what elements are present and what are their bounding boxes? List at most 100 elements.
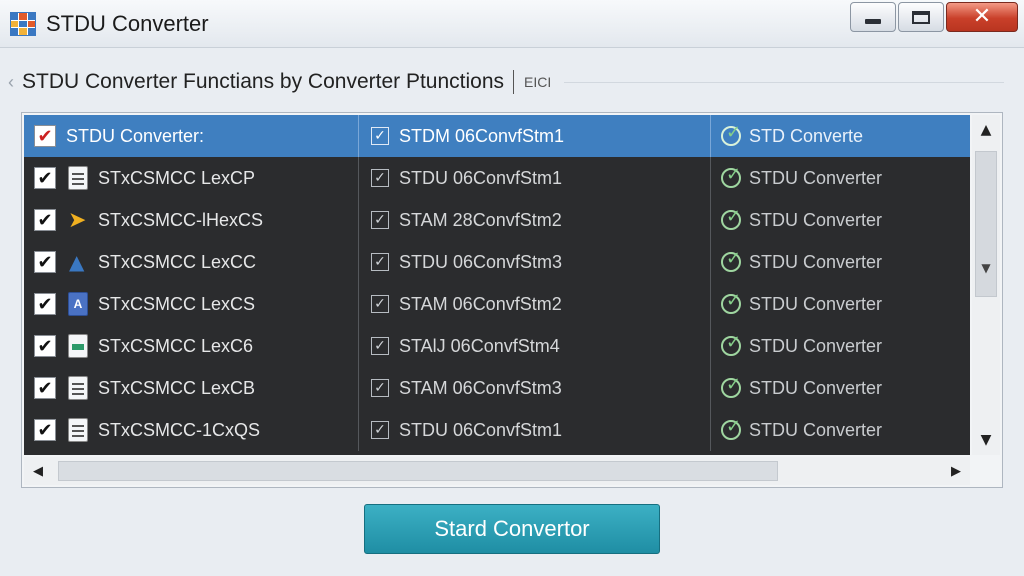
status-label: STD Converte (749, 125, 864, 146)
row-checkbox[interactable]: ✔ (34, 167, 56, 189)
format-cell: ✓ STDU 06ConvfStm1 (358, 157, 710, 199)
arrow-file-icon (68, 208, 88, 233)
app-icon (10, 12, 36, 36)
scroll-left-icon[interactable]: ◀ (24, 457, 52, 485)
maximize-button[interactable] (898, 2, 944, 32)
file-list: ✔ STDU Converter: ✓ STDM 06ConvfStm1 STD Con… (24, 115, 970, 455)
list-row[interactable]: ✔ STxCSMCC LexCP ✓ STDU 06ConvfStm1 STDU Con… (24, 157, 970, 199)
row-checkbox[interactable]: ✔ (34, 293, 56, 315)
page-subtitle: STDU Converter Functians by Converter Pt… (22, 70, 505, 93)
scroll-down-small-icon[interactable]: ▼ (972, 253, 1000, 283)
status-cell: STDU Converter (710, 367, 970, 409)
list-row[interactable]: ✔ STxCSMCC LexCB ✓ STAM 06ConvfStm3 STDU Con… (24, 367, 970, 409)
status-label: STDU Converter (749, 209, 883, 230)
file-name: STxCSMCC-1CxQS (98, 419, 261, 440)
status-cell: STDU Converter (710, 199, 970, 241)
format-checkbox[interactable]: ✓ (371, 421, 389, 439)
file-name: STDU Converter: (66, 125, 205, 146)
format-cell: ✓ STAM 06ConvfStm2 (358, 283, 710, 325)
row-checkbox[interactable]: ✔ (34, 335, 56, 357)
a-file-icon: A (68, 292, 88, 316)
row-checkbox[interactable]: ✔ (34, 251, 56, 273)
scroll-down-icon[interactable]: ▼ (972, 425, 1000, 455)
status-label: STDU Converter (749, 419, 883, 440)
file-name: STxCSMCC LexCP (98, 167, 256, 188)
horizontal-scrollbar[interactable]: ◀ ▶ (24, 457, 970, 485)
check-circle-icon (721, 416, 741, 440)
name-cell: ✔ STxCSMCC-1CxQS (24, 409, 358, 451)
row-checkbox[interactable]: ✔ (34, 377, 56, 399)
format-checkbox[interactable]: ✓ (371, 379, 389, 397)
file-name: STxCSMCC LexCC (98, 251, 257, 272)
divider-line (564, 82, 1004, 83)
pdf-icon (68, 250, 88, 274)
close-button[interactable]: ✕ (946, 2, 1018, 32)
list-row[interactable]: ✔ STxCSMCC LexCC ✓ STDU 06ConvfStm3 STDU Con… (24, 241, 970, 283)
horizontal-scroll-thumb[interactable] (58, 461, 778, 481)
subheader: ‹ STDU Converter Functians by Converter … (8, 60, 1016, 104)
format-label: STAlJ 06ConvfStm4 (399, 335, 560, 356)
format-cell: ✓ STDM 06ConvfStm1 (358, 115, 710, 157)
start-converter-button[interactable]: Stard Convertor (364, 504, 660, 554)
check-circle-icon (721, 164, 741, 188)
list-row[interactable]: ✔ STxCSMCC-1CxQS ✓ STDU 06ConvfStm1 STDU Con… (24, 409, 970, 451)
chevron-left-icon: ‹ (8, 72, 14, 92)
format-label: STAM 06ConvfStm2 (399, 293, 562, 314)
file-name: STxCSMCC LexCB (98, 377, 256, 398)
check-circle-icon (721, 122, 741, 146)
name-cell: ✔ STxCSMCC-lHexCS (24, 199, 358, 241)
document-icon (68, 376, 88, 400)
name-cell: ✔ STxCSMCC LexCB (24, 367, 358, 409)
format-cell: ✓ STAM 28ConvfStm2 (358, 199, 710, 241)
status-cell: STDU Converter (710, 283, 970, 325)
format-checkbox[interactable]: ✓ (371, 127, 389, 145)
status-cell: STDU Converter (710, 325, 970, 367)
format-checkbox[interactable]: ✓ (371, 253, 389, 271)
subheader-extra-label: EICI (524, 74, 552, 90)
format-checkbox[interactable]: ✓ (371, 337, 389, 355)
format-cell: ✓ STDU 06ConvfStm1 (358, 409, 710, 451)
status-cell: STDU Converter (710, 241, 970, 283)
name-cell: ✔ STxCSMCC LexCC (24, 241, 358, 283)
list-row[interactable]: ✔ STxCSMCC-lHexCS ✓ STAM 28ConvfStm2 STDU Co… (24, 199, 970, 241)
file-name: STxCSMCC LexC6 (98, 335, 254, 356)
format-checkbox[interactable]: ✓ (371, 169, 389, 187)
check-circle-icon (721, 206, 741, 230)
format-cell: ✓ STAlJ 06ConvfStm4 (358, 325, 710, 367)
list-row[interactable]: ✔ STDU Converter: ✓ STDM 06ConvfStm1 STD Con… (24, 115, 970, 157)
close-icon: ✕ (972, 4, 992, 29)
document-icon (68, 418, 88, 442)
maximize-icon (912, 10, 930, 24)
row-checkbox[interactable]: ✔ (34, 125, 56, 147)
format-label: STDU 06ConvfStm1 (399, 167, 563, 188)
divider (513, 70, 514, 94)
format-cell: ✓ STDU 06ConvfStm3 (358, 241, 710, 283)
format-label: STDM 06ConvfStm1 (399, 125, 565, 146)
window-controls: ✕ (850, 2, 1018, 32)
status-cell: STDU Converter (710, 157, 970, 199)
scroll-right-icon[interactable]: ▶ (942, 457, 970, 485)
minimize-icon (865, 18, 881, 24)
file-name: STxCSMCC-lHexCS (98, 209, 264, 230)
status-label: STDU Converter (749, 293, 883, 314)
format-checkbox[interactable]: ✓ (371, 211, 389, 229)
minimize-button[interactable] (850, 2, 896, 32)
format-cell: ✓ STAM 06ConvfStm3 (358, 367, 710, 409)
row-checkbox[interactable]: ✔ (34, 419, 56, 441)
status-cell: STD Converte (710, 115, 970, 157)
name-cell: ✔ STDU Converter: (24, 115, 358, 157)
scroll-up-icon[interactable]: ▲ (972, 115, 1000, 145)
document-icon (68, 166, 88, 190)
status-label: STDU Converter (749, 167, 883, 188)
vertical-scrollbar[interactable]: ▲ ▼ ▼ (972, 115, 1000, 455)
status-label: STDU Converter (749, 377, 883, 398)
list-row[interactable]: ✔ STxCSMCC LexC6 ✓ STAlJ 06ConvfStm4 STDU Co… (24, 325, 970, 367)
list-row[interactable]: ✔ A STxCSMCC LexCS ✓ STAM 06ConvfStm2 STDU Co… (24, 283, 970, 325)
status-cell: STDU Converter (710, 409, 970, 451)
status-label: STDU Converter (749, 335, 883, 356)
status-label: STDU Converter (749, 251, 883, 272)
format-checkbox[interactable]: ✓ (371, 295, 389, 313)
row-checkbox[interactable]: ✔ (34, 209, 56, 231)
format-label: STAM 06ConvfStm3 (399, 377, 562, 398)
check-circle-icon (721, 332, 741, 356)
